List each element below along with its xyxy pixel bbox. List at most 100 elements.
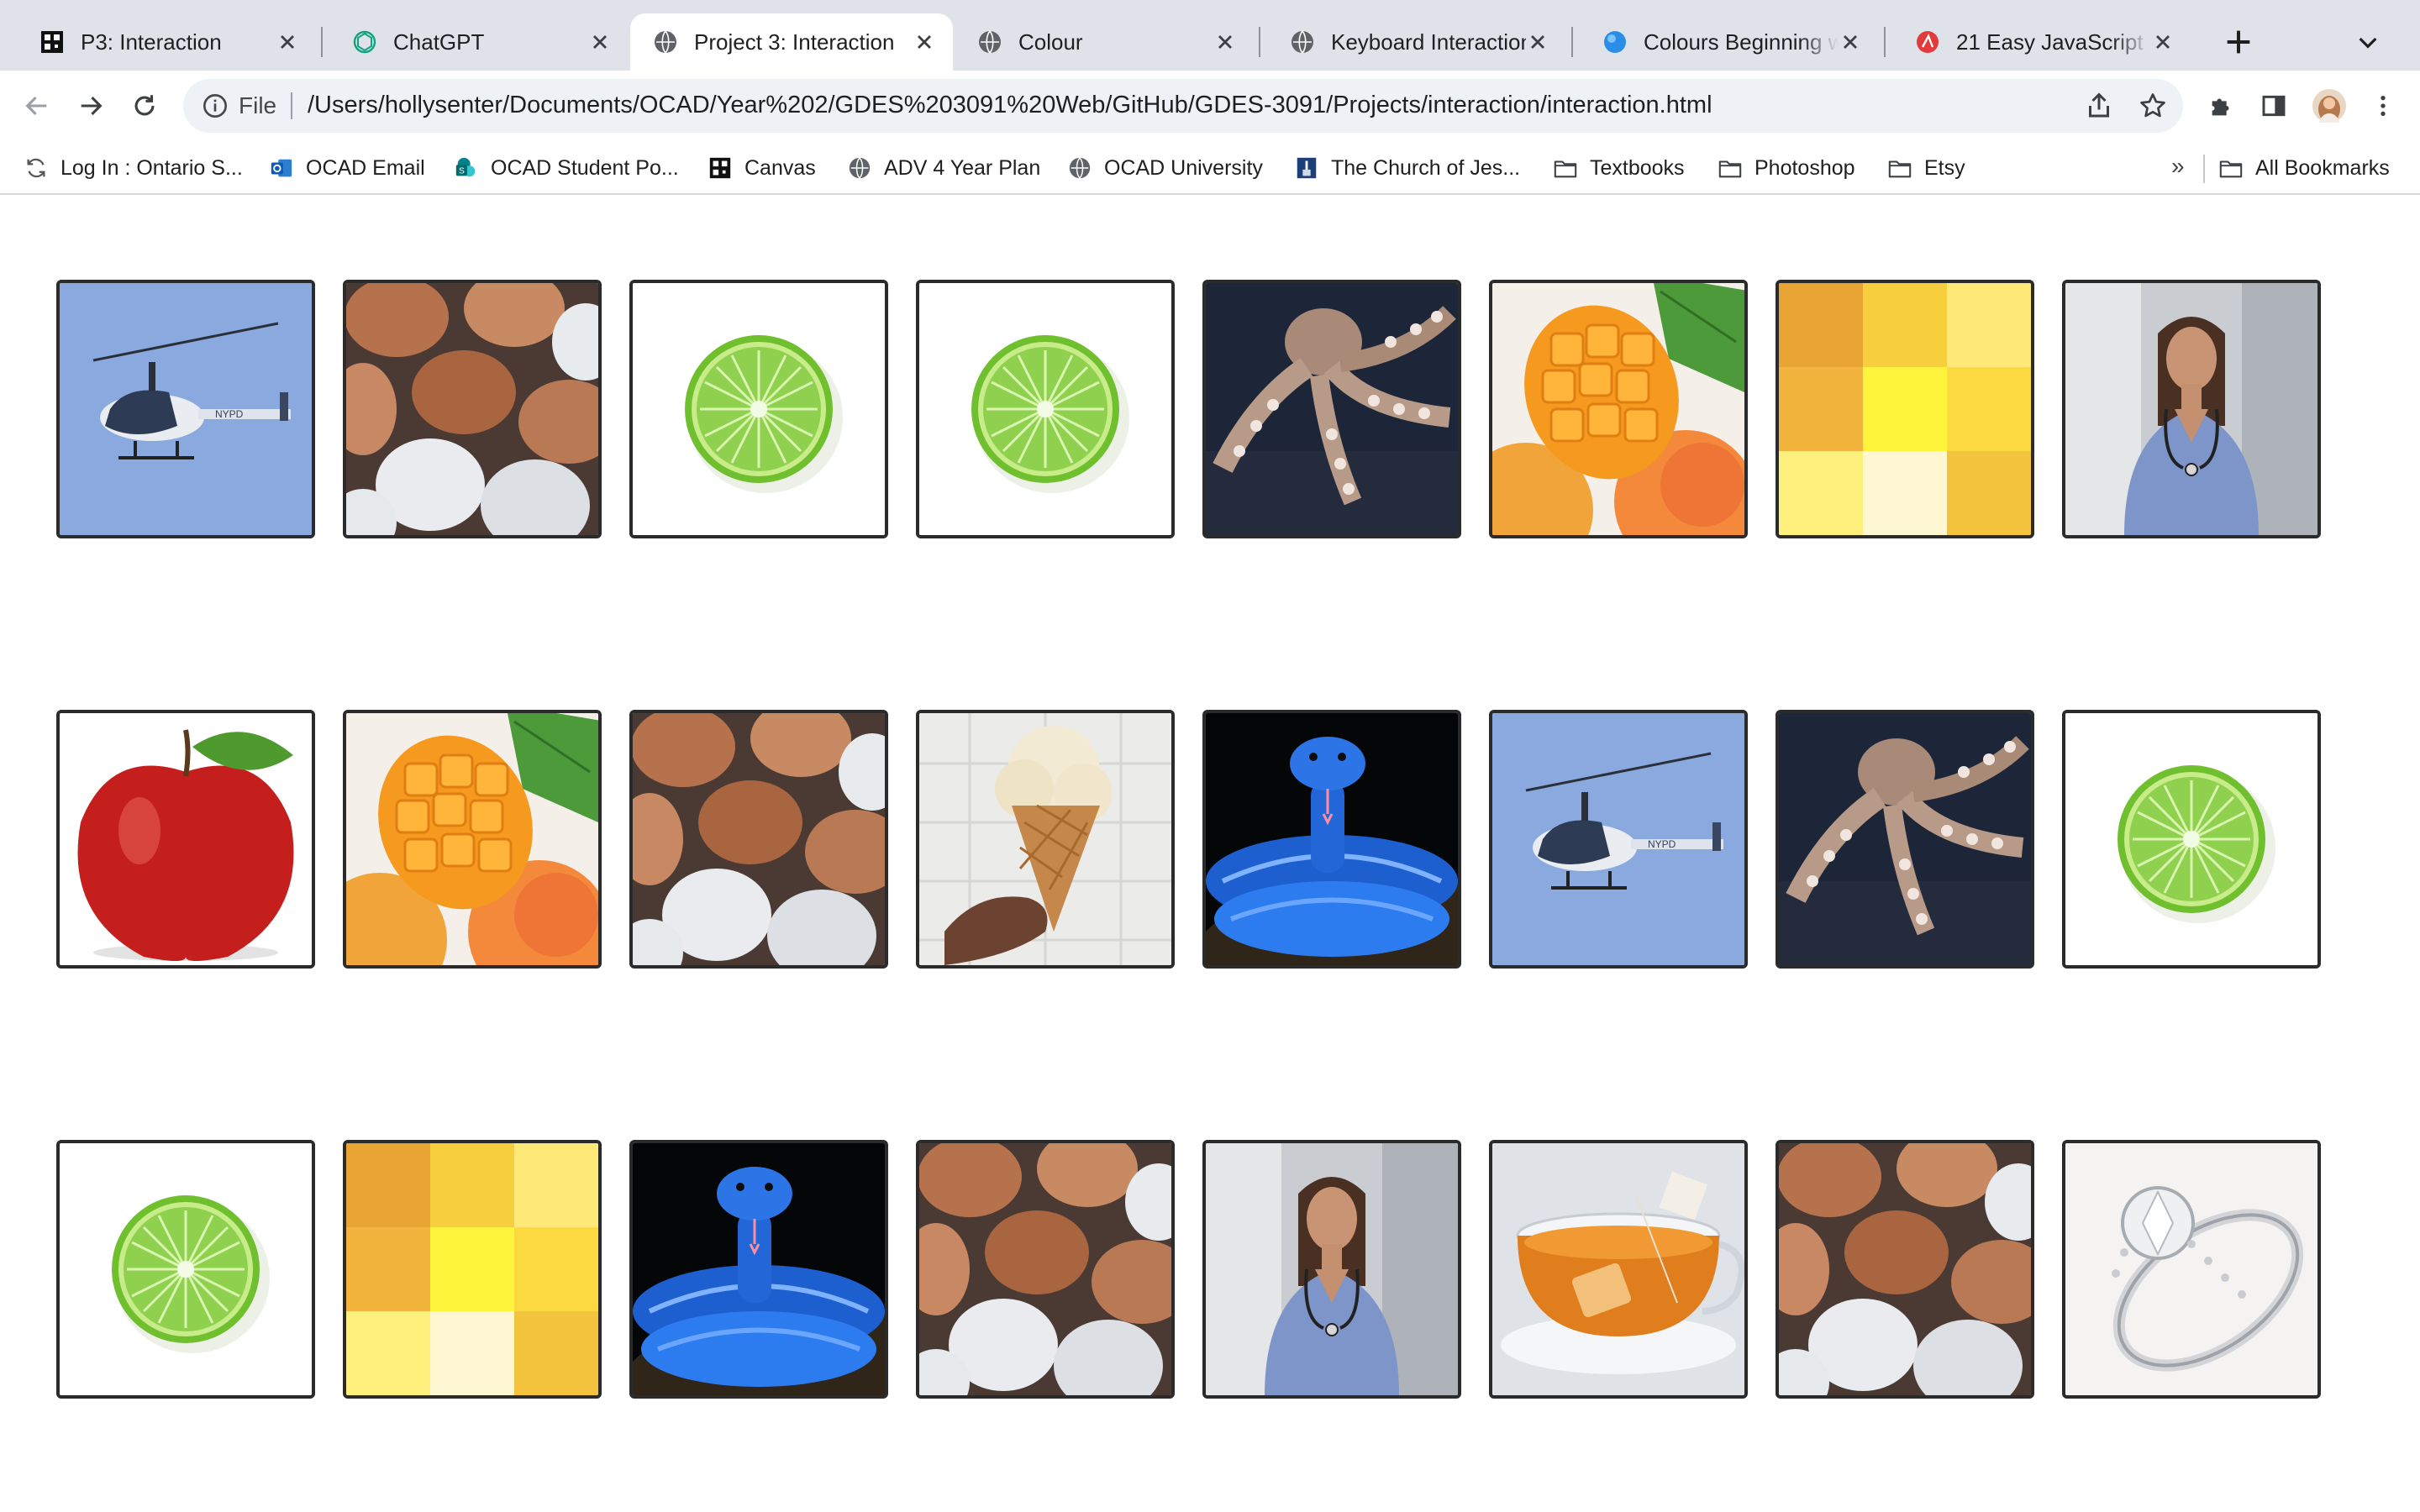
bookmark-item[interactable]: S OCAD Student Po... — [454, 151, 679, 185]
blue-snake-image — [633, 1143, 885, 1395]
lime-image — [2065, 713, 2317, 965]
outlook-icon — [271, 159, 292, 177]
card-lime[interactable] — [916, 280, 1175, 538]
tab-strip: P3: Interaction ChatGPT Project 3: Interac… — [0, 0, 2420, 71]
globe-icon — [979, 30, 1001, 54]
bookmark-item[interactable]: Canvas — [708, 151, 816, 185]
card-tea[interactable] — [1489, 1140, 1748, 1399]
folder-icon — [2219, 160, 2243, 178]
card-ring[interactable] — [2062, 1140, 2321, 1399]
card-apple[interactable] — [56, 710, 315, 969]
close-icon[interactable] — [913, 30, 936, 54]
side-panel-button[interactable] — [2255, 87, 2292, 124]
tea-image — [1492, 1143, 1744, 1395]
address-bar[interactable]: File /Users/hollysenter/Documents/OCAD/Y… — [183, 79, 2183, 133]
bookmark-star-icon[interactable] — [2138, 91, 2168, 121]
tab-title: P3: Interaction — [81, 29, 222, 55]
menu-button[interactable] — [2365, 87, 2402, 124]
card-helicopter[interactable]: NYPD — [56, 280, 315, 538]
blue-circle-icon — [1604, 31, 1626, 53]
reload-button[interactable] — [126, 87, 163, 124]
close-icon[interactable] — [1526, 30, 1549, 54]
blue-snake-image — [1206, 713, 1458, 965]
card-eggs[interactable] — [629, 710, 888, 969]
all-bookmarks-button[interactable]: All Bookmarks — [2218, 151, 2390, 185]
new-tab-plus-icon[interactable] — [2222, 25, 2255, 59]
card-helicopter[interactable]: NYPD — [1489, 710, 1748, 969]
omnibox-divider — [291, 92, 292, 119]
chevron-down-icon[interactable] — [2354, 29, 2381, 55]
tab-title: Colours Beginning w — [1644, 29, 1839, 55]
close-icon[interactable] — [1839, 30, 1862, 54]
card-nurse[interactable] — [1202, 1140, 1461, 1399]
browser-chrome: P3: Interaction ChatGPT Project 3: Interac… — [0, 0, 2420, 196]
bookmark-item[interactable]: Textbooks — [1553, 151, 1685, 185]
card-octopus[interactable] — [1776, 710, 2034, 969]
bookmark-item[interactable]: ADV 4 Year Plan — [847, 151, 1040, 185]
extensions-button[interactable] — [2203, 87, 2240, 124]
bookmark-label: Log In : Ontario S... — [60, 155, 243, 180]
tab-3[interactable]: Project 3: Interaction — [630, 13, 953, 71]
nurse-image — [1206, 1143, 1458, 1395]
close-icon[interactable] — [276, 30, 299, 54]
globe-icon — [1292, 30, 1313, 54]
card-yellow-swatches[interactable] — [1776, 280, 2034, 538]
tab-4[interactable]: Colour — [955, 13, 1254, 71]
url-scheme-label: File — [239, 92, 277, 118]
bookmark-label: Photoshop — [1754, 155, 1855, 180]
card-octopus[interactable] — [1202, 280, 1461, 538]
game-board: NYPD NYPD — [0, 196, 2420, 1512]
card-blue-snake[interactable] — [629, 1140, 888, 1399]
eggs-image — [346, 283, 598, 535]
tab-1[interactable]: P3: Interaction — [17, 13, 316, 71]
bookmark-item[interactable]: Etsy — [1887, 151, 1965, 185]
tab-7[interactable]: 21 Easy JavaScript P — [1892, 13, 2191, 71]
card-lime[interactable] — [2062, 710, 2321, 969]
sharepoint-icon: S — [455, 157, 476, 177]
card-eggs[interactable] — [343, 280, 602, 538]
bookmark-item[interactable]: Log In : Ontario S... — [24, 151, 243, 185]
close-icon[interactable] — [1213, 30, 1237, 54]
card-lime[interactable] — [629, 280, 888, 538]
svg-text:S: S — [459, 167, 465, 176]
card-blue-snake[interactable] — [1202, 710, 1461, 969]
bookmark-item[interactable]: Photoshop — [1718, 151, 1855, 185]
bookmark-item[interactable]: OCAD University — [1067, 151, 1263, 185]
apple-image — [60, 713, 312, 965]
eggs-image — [1779, 1143, 2031, 1395]
octopus-image — [1779, 713, 2031, 965]
close-icon[interactable] — [588, 30, 612, 54]
tab-title: Colour — [1018, 29, 1083, 55]
eggs-image — [919, 1143, 1171, 1395]
card-nurse[interactable] — [2062, 280, 2321, 538]
tab-5[interactable]: Keyboard Interaction — [1267, 13, 1566, 71]
card-ice-cream[interactable] — [916, 710, 1175, 969]
tab-2[interactable]: ChatGPT — [329, 13, 629, 71]
eggs-image — [633, 713, 885, 965]
card-lime[interactable] — [56, 1140, 315, 1399]
back-button[interactable] — [18, 87, 55, 124]
mango-image — [346, 713, 598, 965]
close-icon[interactable] — [2151, 30, 2175, 54]
card-mango[interactable] — [1489, 280, 1748, 538]
sync-icon — [27, 158, 45, 178]
profile-button[interactable] — [2311, 87, 2348, 124]
share-icon[interactable] — [2084, 91, 2114, 121]
lime-image — [919, 283, 1171, 535]
forward-button[interactable] — [72, 87, 109, 124]
lime-image — [60, 1143, 312, 1395]
url-text[interactable]: /Users/hollysenter/Documents/OCAD/Year%2… — [308, 92, 1712, 119]
info-icon[interactable] — [202, 92, 229, 119]
card-eggs[interactable] — [916, 1140, 1175, 1399]
bookmark-item[interactable]: The Church of Jes... — [1294, 151, 1520, 185]
tab-6[interactable]: Colours Beginning w — [1580, 13, 1879, 71]
bookmarks-divider — [2203, 155, 2205, 183]
bookmark-item[interactable]: OCAD Email — [269, 151, 425, 185]
bookmarks-overflow-button[interactable]: » — [2171, 153, 2185, 180]
folder-icon — [1888, 160, 1912, 178]
card-eggs[interactable] — [1776, 1140, 2034, 1399]
card-yellow-swatches[interactable] — [343, 1140, 602, 1399]
card-mango[interactable] — [343, 710, 602, 969]
qr-icon — [41, 31, 63, 53]
kebab-menu-icon — [2381, 96, 2386, 116]
